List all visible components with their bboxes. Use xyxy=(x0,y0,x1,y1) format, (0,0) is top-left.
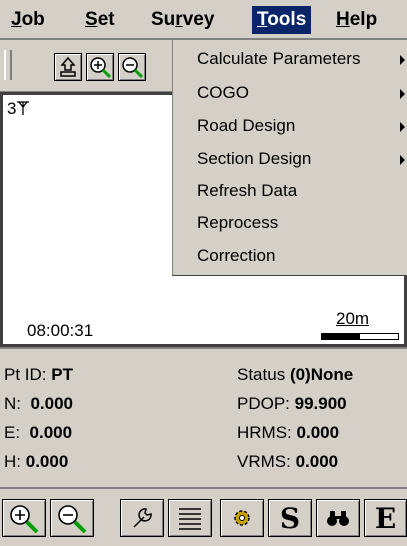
height-row: H: 0.000 xyxy=(4,452,69,471)
pt-id-row: Pt ID: PT xyxy=(4,365,73,384)
tools-dropdown-menu: Calculate Parameters COGO Road Design Se… xyxy=(172,40,407,276)
list-icon xyxy=(179,508,201,530)
menu-help[interactable]: Help xyxy=(331,6,382,34)
submenu-arrow-icon xyxy=(400,89,405,99)
pdop-row: PDOP: 99.900 xyxy=(237,394,347,413)
zoom-in-icon xyxy=(10,505,39,534)
northing-value: 0.000 xyxy=(30,394,73,413)
gear-button[interactable] xyxy=(220,499,264,537)
zoom-in-toolbar-button[interactable] xyxy=(86,53,114,81)
list-button[interactable] xyxy=(168,499,212,537)
menu-item-calculate-parameters[interactable]: Calculate Parameters xyxy=(197,44,360,74)
submenu-arrow-icon xyxy=(400,122,405,132)
zoom-in-button[interactable] xyxy=(2,499,46,537)
scale-label: 20m xyxy=(336,309,370,328)
status-row: Status (0)None xyxy=(237,365,354,384)
home-up-button[interactable] xyxy=(54,53,82,81)
menu-item-cogo[interactable]: COGO xyxy=(197,78,249,108)
pt-id-value: PT xyxy=(51,365,73,384)
antenna-icon xyxy=(17,101,30,115)
survey-s-button[interactable]: S xyxy=(268,499,312,537)
e-button[interactable]: E xyxy=(364,499,407,537)
menu-item-correction[interactable]: Correction xyxy=(197,241,275,271)
vrms-row: VRMS: 0.000 xyxy=(237,452,339,471)
menu-survey[interactable]: Survey xyxy=(146,6,219,34)
scale-bar xyxy=(321,333,399,340)
status-panel: Pt ID: PT N: 0.000 E: 0.000 H: 0.000 Sta… xyxy=(0,347,407,487)
menu-item-road-design[interactable]: Road Design xyxy=(197,111,295,141)
menu-job[interactable]: Job xyxy=(6,6,50,34)
submenu-arrow-icon xyxy=(400,155,405,165)
find-button[interactable] xyxy=(316,499,360,537)
zoom-out-icon xyxy=(58,505,87,534)
zoom-in-icon xyxy=(90,57,112,79)
wrench-icon xyxy=(133,508,152,528)
pdop-value: 99.900 xyxy=(294,394,347,413)
toolbar xyxy=(0,40,172,92)
point-marker[interactable]: 3 xyxy=(7,99,30,119)
menu-set[interactable]: Set xyxy=(80,6,120,34)
zoom-out-toolbar-button[interactable] xyxy=(118,53,146,81)
menu-item-refresh-data[interactable]: Refresh Data xyxy=(197,176,297,206)
menu-tools[interactable]: Tools xyxy=(252,6,312,34)
zoom-out-icon xyxy=(122,57,144,79)
menu-bar: Job Set Survey Tools Help xyxy=(0,0,407,40)
binoculars-icon xyxy=(327,511,349,526)
gear-icon xyxy=(234,510,250,526)
status-value: (0)None xyxy=(289,365,354,384)
submenu-arrow-icon xyxy=(400,55,405,65)
zoom-out-button[interactable] xyxy=(50,499,94,537)
point-number: 3 xyxy=(7,99,17,118)
easting-value: 0.000 xyxy=(29,423,73,442)
northing-row: N: 0.000 xyxy=(4,394,73,413)
easting-row: E: 0.000 xyxy=(4,423,73,442)
time-display: 08:00:31 xyxy=(27,321,94,340)
bottom-toolbar: S E xyxy=(0,487,407,546)
home-up-icon xyxy=(60,56,76,77)
hrms-row: HRMS: 0.000 xyxy=(237,423,340,442)
height-value: 0.000 xyxy=(25,452,69,471)
toolbar-grip[interactable] xyxy=(4,50,12,80)
menu-item-section-design[interactable]: Section Design xyxy=(197,144,311,174)
hrms-value: 0.000 xyxy=(296,423,340,442)
settings-wrench-button[interactable] xyxy=(120,499,164,537)
menu-item-reprocess[interactable]: Reprocess xyxy=(197,208,278,238)
vrms-value: 0.000 xyxy=(295,452,339,471)
